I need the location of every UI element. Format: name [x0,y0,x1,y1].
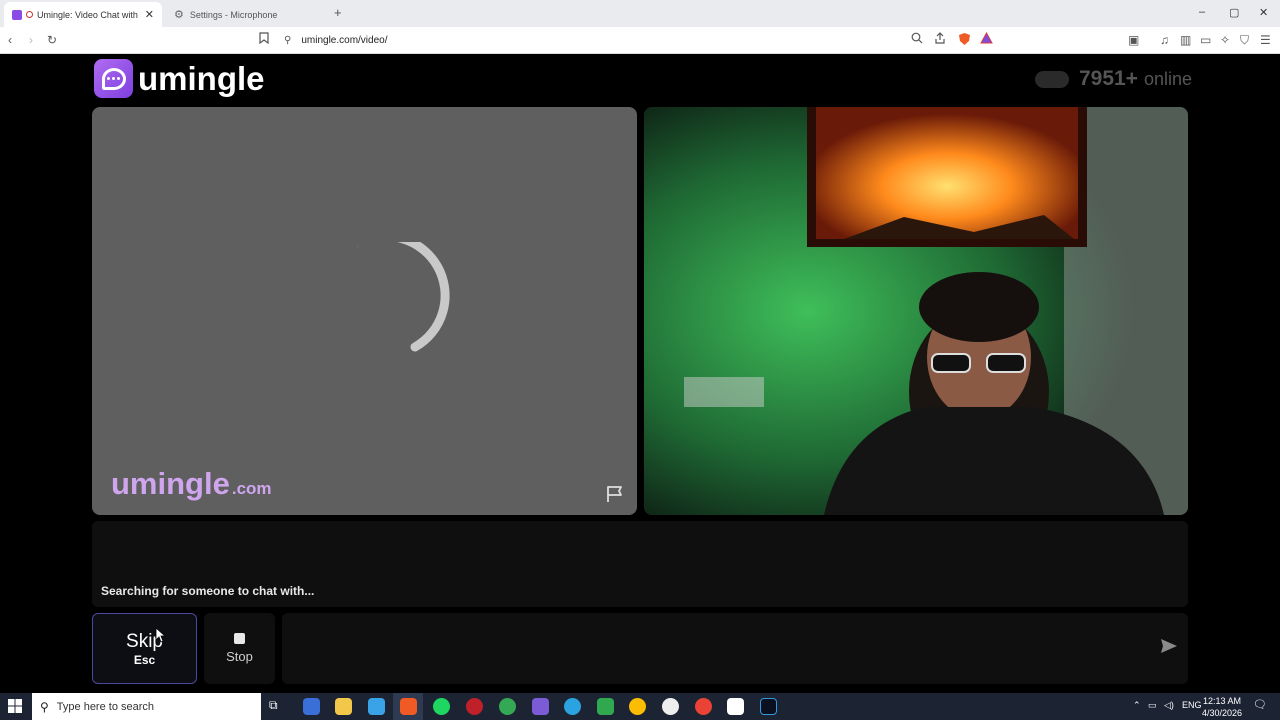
address-bar[interactable]: ⚲ umingle.com/video/ [280,30,1000,51]
new-tab-button[interactable]: + [334,5,342,20]
skip-shortcut: Esc [133,652,156,667]
tab-umingle[interactable]: Umingle: Video Chat with Str ✕ [4,2,162,27]
volume-icon[interactable]: ◁) [1164,700,1174,711]
sidebar-icon[interactable]: ▥ [1180,32,1191,48]
spotify-icon[interactable] [433,698,450,715]
network-icon[interactable]: ▭ [1148,700,1157,711]
wallet-icon[interactable]: ▭ [1200,32,1211,48]
outlook-app-icon[interactable] [303,698,320,715]
share-icon[interactable] [934,32,946,48]
search-placeholder: Type here to search [56,700,155,713]
tab-title: Settings - Microphone [189,9,278,20]
github-icon[interactable] [662,698,679,715]
umingle-logo[interactable]: umingle [94,59,265,98]
close-tab-icon[interactable]: ✕ [145,8,154,21]
online-count: 7951+ [1078,67,1138,90]
file-explorer-icon[interactable] [335,698,352,715]
recorder-app-icon[interactable] [466,698,483,715]
zoom-icon[interactable] [911,32,923,48]
chat-bubble-icon [94,59,133,98]
chat-log: Searching for someone to chat with... [92,521,1188,607]
brave-shields-icon[interactable] [958,32,971,50]
reload-icon[interactable]: ↻ [47,32,57,48]
gear-icon: ⚙ [174,9,184,21]
close-window-button[interactable]: ✕ [1259,6,1268,19]
tab-search-icon[interactable]: ▣ [1128,32,1139,48]
tab-settings-microphone[interactable]: ⚙ Settings - Microphone [166,2,332,27]
umingle-favicon-icon [12,9,22,20]
windows-taskbar: ⚲ Type here to search ⧉ ⌃ ▭ ◁) ENG 12:13… [0,693,1280,720]
chrome-alt-icon[interactable] [695,698,712,715]
browser-tab-strip: Umingle: Video Chat with Str ✕ ⚙ Setting… [0,0,1280,27]
stop-icon [234,633,245,644]
tray-overflow-icon[interactable]: ⌃ [1133,700,1141,711]
menu-icon[interactable]: ☰ [1260,32,1271,48]
search-icon: ⚲ [40,699,49,714]
forward-icon[interactable]: › [29,32,33,48]
minimize-button[interactable]: – [1199,6,1205,18]
webcam-feed-image [644,107,1188,515]
logo-text: umingle [138,59,265,97]
umingle-page: umingle 7951+ online umingle .com Search… [0,55,1280,693]
media-icon[interactable]: ♫ [1160,32,1169,48]
clock-date: 4/30/2026 [1202,708,1243,718]
clock-time: 12:13 AM [1203,696,1242,706]
chrome-icon[interactable] [629,698,646,715]
report-flag-icon[interactable] [606,485,626,503]
taskbar-search[interactable]: ⚲ Type here to search [32,693,261,720]
browser-toolbar: ‹ › ↻ ⚲ umingle.com/video/ ▣ ♫ ▥ ▭ ✧ ⛉ ☰ [0,27,1280,54]
site-settings-icon[interactable]: ⚲ [284,35,291,46]
play-app-icon[interactable] [597,698,614,715]
skip-button[interactable]: Skip Esc [92,613,197,684]
vpn-icon[interactable]: ⛉ [1240,32,1249,48]
discord-icon[interactable] [532,698,549,715]
back-icon[interactable]: ‹ [8,32,12,48]
brave-rewards-icon[interactable] [980,31,993,48]
online-label: online [1143,68,1192,89]
language-indicator[interactable]: ENG [1182,700,1202,710]
microsoft-store-icon[interactable] [368,698,385,715]
online-toggle[interactable] [1034,70,1069,88]
maximize-button[interactable]: ▢ [1229,6,1239,19]
windows-start-icon[interactable] [8,699,22,713]
leo-ai-icon[interactable]: ✧ [1220,32,1230,48]
tab-title: Umingle: Video Chat with Str [37,9,141,20]
status-message: Searching for someone to chat with... [101,584,315,598]
mouse-cursor-icon [155,627,165,643]
taskbar-clock[interactable]: 12:13 AM 4/30/2026 [1202,695,1242,719]
notifications-icon[interactable]: 🗨 [1253,698,1267,711]
send-icon[interactable] [1160,638,1178,654]
message-input[interactable] [282,613,1188,684]
recording-indicator-icon [26,11,33,18]
watermark-suffix: .com [231,479,272,498]
telegram-icon[interactable] [564,698,581,715]
bookmark-icon[interactable] [259,32,269,48]
task-view-icon[interactable]: ⧉ [269,698,286,715]
online-counter: 7951+ online [1034,67,1192,91]
capcut-icon[interactable] [727,698,744,715]
stranger-video: umingle .com [92,107,637,515]
brave-browser-icon[interactable] [400,698,417,715]
watermark-main: umingle [111,466,230,501]
url-text: umingle.com/video/ [301,35,388,46]
loading-spinner-icon [357,242,450,352]
chrome-profile-icon[interactable] [499,698,516,715]
stop-label: Stop [226,649,253,664]
terminal-app-icon[interactable] [760,698,777,715]
umingle-watermark: umingle .com [111,466,272,502]
self-camera-video [644,107,1188,515]
stop-button[interactable]: Stop [204,613,275,684]
